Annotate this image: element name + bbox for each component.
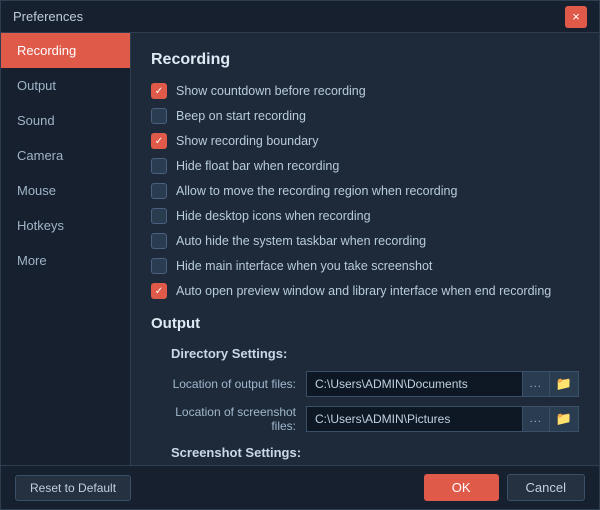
sidebar-item-hotkeys[interactable]: Hotkeys xyxy=(1,208,130,243)
checkbox-desktopicons-label: Hide desktop icons when recording xyxy=(176,209,371,223)
directory-settings-title: Directory Settings: xyxy=(171,346,579,361)
checkbox-maininterface-label: Hide main interface when you take screen… xyxy=(176,259,432,273)
output-files-dots-button[interactable]: ... xyxy=(523,371,550,397)
ok-button[interactable]: OK xyxy=(424,474,499,501)
checkbox-row-autoopen: ✓ Auto open preview window and library i… xyxy=(151,283,579,299)
recording-section-title: Recording xyxy=(151,51,579,69)
output-files-row: Location of output files: ... 📁 xyxy=(151,371,579,397)
title-bar: Preferences × xyxy=(1,1,599,33)
checkbox-row-desktopicons: Hide desktop icons when recording xyxy=(151,208,579,224)
footer-right: OK Cancel xyxy=(424,474,585,501)
output-section-title: Output xyxy=(151,315,579,332)
checkbox-moveregion-label: Allow to move the recording region when … xyxy=(176,184,457,198)
checkbox-floatbar-label: Hide float bar when recording xyxy=(176,159,339,173)
screenshot-files-input[interactable] xyxy=(306,406,523,432)
checkbox-autoopen[interactable]: ✓ xyxy=(151,283,167,299)
sidebar-item-more[interactable]: More xyxy=(1,243,130,278)
screenshot-files-folder-button[interactable]: 📁 xyxy=(550,406,579,432)
sidebar-item-recording[interactable]: Recording xyxy=(1,33,130,68)
checkbox-countdown[interactable]: ✓ xyxy=(151,83,167,99)
sidebar-item-sound[interactable]: Sound xyxy=(1,103,130,138)
output-files-folder-button[interactable]: 📁 xyxy=(550,371,579,397)
checkbox-beep[interactable] xyxy=(151,108,167,124)
footer: Reset to Default OK Cancel xyxy=(1,465,599,509)
output-files-label: Location of output files: xyxy=(151,377,306,391)
output-files-input-group: ... 📁 xyxy=(306,371,579,397)
checkbox-row-moveregion: Allow to move the recording region when … xyxy=(151,183,579,199)
screenshot-settings-title: Screenshot Settings: xyxy=(171,445,579,460)
content-area: Recording ✓ Show countdown before record… xyxy=(131,33,599,465)
dialog-title: Preferences xyxy=(13,9,83,24)
output-files-input[interactable] xyxy=(306,371,523,397)
screenshot-files-label: Location of screenshot files: xyxy=(151,405,306,433)
checkbox-taskbar[interactable] xyxy=(151,233,167,249)
checkbox-row-beep: Beep on start recording xyxy=(151,108,579,124)
main-content: Recording Output Sound Camera Mouse Hotk… xyxy=(1,33,599,465)
checkbox-row-floatbar: Hide float bar when recording xyxy=(151,158,579,174)
folder-icon-2: 📁 xyxy=(556,411,572,426)
checkbox-floatbar[interactable] xyxy=(151,158,167,174)
checkbox-row-countdown: ✓ Show countdown before recording xyxy=(151,83,579,99)
checkbox-autoopen-label: Auto open preview window and library int… xyxy=(176,284,551,298)
checkbox-row-boundary: ✓ Show recording boundary xyxy=(151,133,579,149)
preferences-dialog: Preferences × Recording Output Sound Cam… xyxy=(0,0,600,510)
close-button[interactable]: × xyxy=(565,6,587,28)
checkbox-moveregion[interactable] xyxy=(151,183,167,199)
folder-icon: 📁 xyxy=(556,376,572,391)
screenshot-files-dots-button[interactable]: ... xyxy=(523,406,550,432)
checkbox-desktopicons[interactable] xyxy=(151,208,167,224)
sidebar-item-mouse[interactable]: Mouse xyxy=(1,173,130,208)
checkbox-maininterface[interactable] xyxy=(151,258,167,274)
checkbox-countdown-label: Show countdown before recording xyxy=(176,84,366,98)
screenshot-files-row: Location of screenshot files: ... 📁 xyxy=(151,405,579,433)
sidebar-item-camera[interactable]: Camera xyxy=(1,138,130,173)
checkbox-taskbar-label: Auto hide the system taskbar when record… xyxy=(176,234,426,248)
sidebar: Recording Output Sound Camera Mouse Hotk… xyxy=(1,33,131,465)
cancel-button[interactable]: Cancel xyxy=(507,474,585,501)
sidebar-item-output[interactable]: Output xyxy=(1,68,130,103)
checkbox-beep-label: Beep on start recording xyxy=(176,109,306,123)
checkbox-boundary-label: Show recording boundary xyxy=(176,134,318,148)
reset-button[interactable]: Reset to Default xyxy=(15,475,131,501)
checkbox-row-taskbar: Auto hide the system taskbar when record… xyxy=(151,233,579,249)
screenshot-files-input-group: ... 📁 xyxy=(306,406,579,432)
checkbox-boundary[interactable]: ✓ xyxy=(151,133,167,149)
checkbox-row-maininterface: Hide main interface when you take screen… xyxy=(151,258,579,274)
